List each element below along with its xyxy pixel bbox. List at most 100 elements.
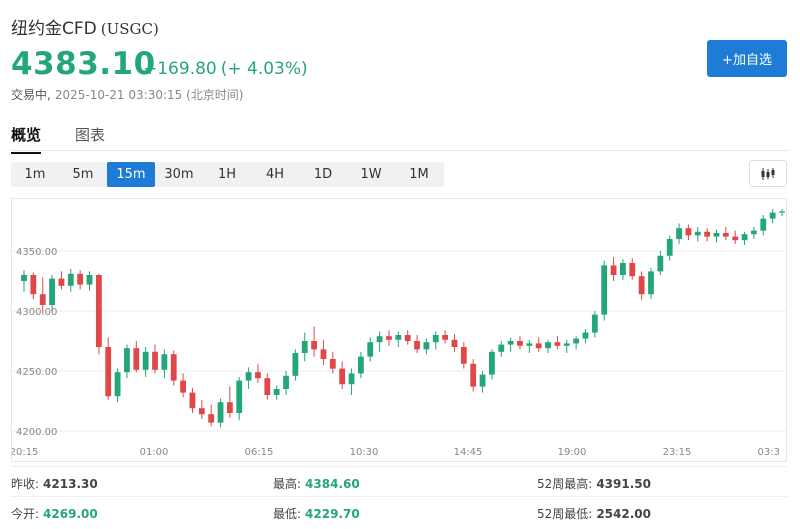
candle-body (348, 373, 355, 385)
y-tick-label: 4200.00 (16, 427, 57, 438)
stat-52w-low: 52周最低: 2542.00 (537, 507, 651, 521)
candle-body (311, 341, 317, 350)
quote-timestamp: 2025-10-21 03:30:15 (北京时间) (54, 88, 244, 102)
candle-body (329, 359, 336, 369)
change-percent: (+ 4.03%) (220, 59, 308, 79)
instrument-name: 纽约金CFD (11, 19, 97, 39)
candle-body (694, 231, 701, 236)
candle-body (245, 372, 252, 381)
candle-body (713, 233, 720, 237)
stats-panel: 昨收: 4213.30 最高: 4384.60 52周最高: 4391.50 今开: 4… (11, 466, 787, 526)
x-tick-label: 10:30 (350, 447, 379, 458)
candle-body (367, 342, 374, 357)
candle-body (49, 278, 55, 305)
candle-body (460, 347, 467, 364)
candle-body (507, 341, 514, 345)
stat-52w-high: 52周最高: 4391.50 (537, 477, 651, 491)
interval-1mo[interactable]: 1M (395, 162, 443, 187)
price-chart[interactable]: 4200.00 4250.00 4300.00 4350.00 20:15 01:00 06… (11, 198, 787, 462)
interval-30m[interactable]: 30m (155, 162, 203, 187)
candle-body (236, 380, 243, 413)
stats-row: 昨收: 4213.30 最高: 4384.60 52周最高: 4391.50 (11, 466, 787, 496)
candle-body (414, 341, 420, 350)
chart-type-button[interactable] (749, 160, 787, 187)
candle-body (226, 402, 233, 413)
interval-4h[interactable]: 4H (251, 162, 299, 187)
candle-body (704, 231, 711, 237)
stat-low: 最低: 4229.70 (273, 507, 360, 521)
tab-divider (11, 150, 789, 151)
candle-body (470, 363, 477, 387)
candle-body (217, 402, 224, 423)
candle-body (264, 378, 271, 395)
candle-body (39, 294, 46, 305)
x-tick-label: 20:15 (12, 447, 38, 458)
candle-body (386, 336, 392, 340)
candle-body (573, 338, 580, 344)
candle-body (339, 368, 346, 385)
x-tick-label: 14:45 (454, 447, 483, 458)
candle-body (77, 273, 84, 285)
candle-body (563, 343, 570, 346)
stats-row: 今开: 4269.00 最低: 4229.70 52周最低: 2542.00 (11, 496, 787, 526)
candle-body (21, 275, 27, 281)
interval-5m[interactable]: 5m (59, 162, 107, 187)
candle-body (741, 234, 748, 241)
candle-body (489, 351, 495, 375)
candle-body (255, 372, 261, 379)
candle-body (161, 354, 168, 370)
candle-body (301, 341, 308, 353)
candle-body (105, 347, 112, 397)
candle-body (479, 374, 486, 387)
y-tick-label: 4300.00 (16, 307, 57, 318)
interval-1h[interactable]: 1H (203, 162, 251, 187)
candle-body (498, 344, 505, 352)
candle-body (152, 351, 158, 370)
y-tick-label: 4250.00 (16, 367, 57, 378)
candle-body (423, 342, 430, 350)
interval-15m[interactable]: 15m (107, 162, 155, 187)
candle-body (582, 332, 589, 339)
interval-1m[interactable]: 1m (11, 162, 59, 187)
candle-body (451, 339, 458, 347)
candle-body (676, 228, 682, 239)
candle-body (189, 392, 196, 409)
candle-body (208, 414, 215, 423)
candle-body (404, 335, 411, 341)
candle-body (273, 389, 280, 395)
candle-body (86, 275, 93, 285)
trading-status: 交易中, (11, 88, 51, 102)
interval-1d[interactable]: 1D (299, 162, 347, 187)
candle-body (376, 336, 383, 343)
candle-body (395, 335, 402, 340)
candle-body (30, 275, 37, 295)
candle-body (357, 356, 364, 374)
add-watchlist-button[interactable]: +加自选 (707, 40, 787, 77)
candlestick-chart: 4200.00 4250.00 4300.00 4350.00 20:15 01:00 06… (12, 209, 786, 458)
candle-body (133, 348, 140, 370)
x-tick-label: 06:15 (245, 447, 274, 458)
candle-body (779, 211, 785, 213)
instrument-title: 纽约金CFD (USGC) (11, 14, 159, 39)
candle-body (732, 236, 739, 241)
candle-body (124, 348, 130, 373)
trade-status: 交易中, 2025-10-21 03:30:15 (北京时间) (11, 86, 243, 103)
candle-body (95, 275, 102, 347)
candle-body (760, 218, 767, 231)
interval-selector: 1m 5m 15m 30m 1H 4H 1D 1W 1M (11, 162, 444, 187)
candle-body (58, 278, 65, 286)
x-tick-label: 19:00 (558, 447, 587, 458)
x-tick-label: 03:3 (758, 447, 780, 458)
candle-body (620, 263, 626, 275)
change-value: +169.80 (143, 59, 217, 79)
candle-body (535, 343, 542, 349)
candle-body (657, 255, 664, 272)
candle-body (648, 271, 654, 295)
candle-body (198, 408, 205, 415)
candle-body (591, 314, 598, 333)
interval-1w[interactable]: 1W (347, 162, 395, 187)
candle-body (769, 212, 776, 219)
candle-body (170, 354, 177, 381)
candle-body (180, 380, 186, 393)
candle-body (442, 335, 449, 340)
